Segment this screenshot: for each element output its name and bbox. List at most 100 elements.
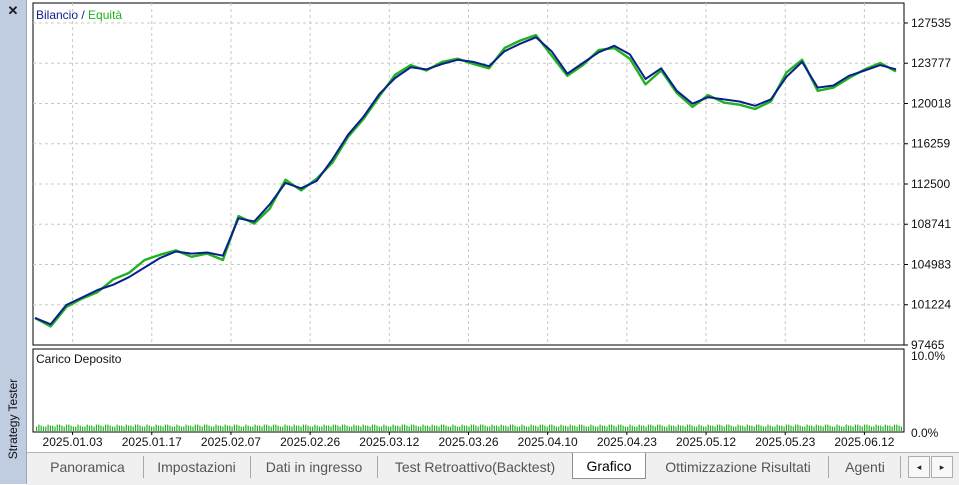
deposit-load-bar xyxy=(597,426,599,431)
arrow-right-icon[interactable]: ▸ xyxy=(931,456,953,478)
deposit-load-bar xyxy=(249,426,252,431)
deposit-load-bar xyxy=(613,425,615,431)
deposit-load-bar xyxy=(751,425,753,431)
deposit-load-bar xyxy=(615,426,617,431)
deposit-load-bar xyxy=(160,425,162,431)
deposit-load-bar xyxy=(629,424,631,431)
deposit-load-bar xyxy=(611,424,613,431)
deposit-load-bar xyxy=(362,424,364,431)
deposit-load-bar xyxy=(339,426,341,431)
deposit-load-bar xyxy=(70,425,72,431)
close-icon[interactable]: ✕ xyxy=(5,3,21,19)
deposit-load-bar xyxy=(378,426,380,431)
deposit-load-bar xyxy=(231,426,233,431)
deposit-load-bar xyxy=(493,425,495,431)
deposit-load-bar xyxy=(553,425,555,431)
deposit-load-bar xyxy=(684,426,686,431)
deposit-load-bar xyxy=(512,424,514,431)
deposit-load-bar xyxy=(537,426,539,431)
deposit-load-bar xyxy=(696,426,698,431)
x-tick-label: 2025.03.26 xyxy=(438,435,498,449)
deposit-load-bar xyxy=(139,425,141,431)
deposit-load-bar xyxy=(323,424,325,431)
deposit-load-bar xyxy=(583,425,585,431)
deposit-load-bar xyxy=(447,426,449,431)
deposit-load-bar xyxy=(413,424,415,431)
deposit-load-bar xyxy=(893,424,896,431)
deposit-load-bar xyxy=(178,425,180,431)
deposit-load-bar xyxy=(496,425,498,431)
deposit-load-bar xyxy=(654,426,656,431)
deposit-load-bar xyxy=(351,426,353,431)
deposit-load-bar xyxy=(174,426,176,431)
deposit-load-bar xyxy=(456,426,459,431)
deposit-load-bar xyxy=(367,425,369,431)
deposit-load-bar xyxy=(415,425,417,431)
deposit-load-bar xyxy=(670,425,672,431)
deposit-load-bar xyxy=(155,424,157,431)
deposit-load-bar xyxy=(197,424,199,431)
deposit-load-bar xyxy=(657,424,659,431)
deposit-load-bar xyxy=(889,425,891,431)
deposit-load-bar xyxy=(509,424,511,431)
deposit-load-bar xyxy=(307,425,309,431)
deposit-load-bar xyxy=(640,425,643,431)
deposit-load-bar xyxy=(390,426,392,431)
deposit-load-bar xyxy=(137,424,139,431)
deposit-load-bar xyxy=(146,424,148,431)
deposit-load-bar xyxy=(100,425,102,431)
tab-grafico[interactable]: Grafico xyxy=(572,453,646,479)
tab-test-retroattivo[interactable]: Test Retroattivo(Backtest) xyxy=(380,456,570,478)
deposit-load-bar xyxy=(516,426,518,431)
deposit-load-bar xyxy=(831,426,833,431)
deposit-load-bar xyxy=(123,426,125,431)
deposit-load-bar xyxy=(164,424,166,431)
deposit-load-bar xyxy=(463,425,465,431)
deposit-load-bar xyxy=(873,426,875,431)
deposit-load-title: Carico Deposito xyxy=(36,352,122,366)
deposit-load-bar xyxy=(291,426,293,431)
deposit-load-bar xyxy=(217,425,219,431)
deposit-load-bar xyxy=(742,425,744,431)
tab-agenti[interactable]: Agenti xyxy=(830,456,901,478)
deposit-load-bar xyxy=(305,424,307,431)
deposit-load-bar xyxy=(450,426,452,431)
deposit-load-bar xyxy=(622,425,624,431)
deposit-load-bar xyxy=(721,425,723,431)
deposit-load-bar xyxy=(355,425,357,431)
arrow-left-icon[interactable]: ◂ xyxy=(908,456,930,478)
deposit-load-bar xyxy=(203,424,206,431)
deposit-load-bar xyxy=(102,426,104,431)
deposit-load-bar xyxy=(521,424,523,431)
deposit-load-bar xyxy=(739,425,741,431)
deposit-load-bar xyxy=(801,426,804,431)
tab-panoramica[interactable]: Panoramica xyxy=(32,456,144,478)
deposit-load-bar xyxy=(341,424,344,431)
deposit-load-bar xyxy=(795,424,797,431)
deposit-load-bar xyxy=(571,425,574,431)
tab-impostazioni[interactable]: Impostazioni xyxy=(143,456,251,478)
deposit-load-bar xyxy=(799,425,801,431)
deposit-load-bar xyxy=(93,426,95,431)
deposit-load-bar xyxy=(229,425,231,431)
deposit-load-bar xyxy=(111,426,114,431)
deposit-load-bar xyxy=(854,424,856,431)
deposit-load-bar xyxy=(298,425,300,431)
deposit-load-bar xyxy=(818,425,820,431)
deposit-load-bar xyxy=(760,425,762,431)
deposit-load-bar xyxy=(56,424,58,431)
deposit-load-bar xyxy=(870,426,873,431)
deposit-load-bar xyxy=(486,426,488,431)
deposit-load-bar xyxy=(746,424,748,431)
deposit-load-bar xyxy=(328,425,330,431)
deposit-load-bar xyxy=(427,425,429,431)
deposit-load-bar xyxy=(187,425,189,431)
deposit-load-bar xyxy=(284,424,286,431)
deposit-load-bar xyxy=(804,426,806,431)
tab-ottimizzazione-risultati[interactable]: Ottimizzazione Risultati xyxy=(648,456,829,478)
deposit-load-bar xyxy=(838,425,840,431)
deposit-load-bar xyxy=(65,424,68,431)
deposit-load-bar xyxy=(680,425,682,431)
tab-dati-in-ingresso[interactable]: Dati in ingresso xyxy=(251,456,378,478)
deposit-load-bar xyxy=(845,424,847,431)
